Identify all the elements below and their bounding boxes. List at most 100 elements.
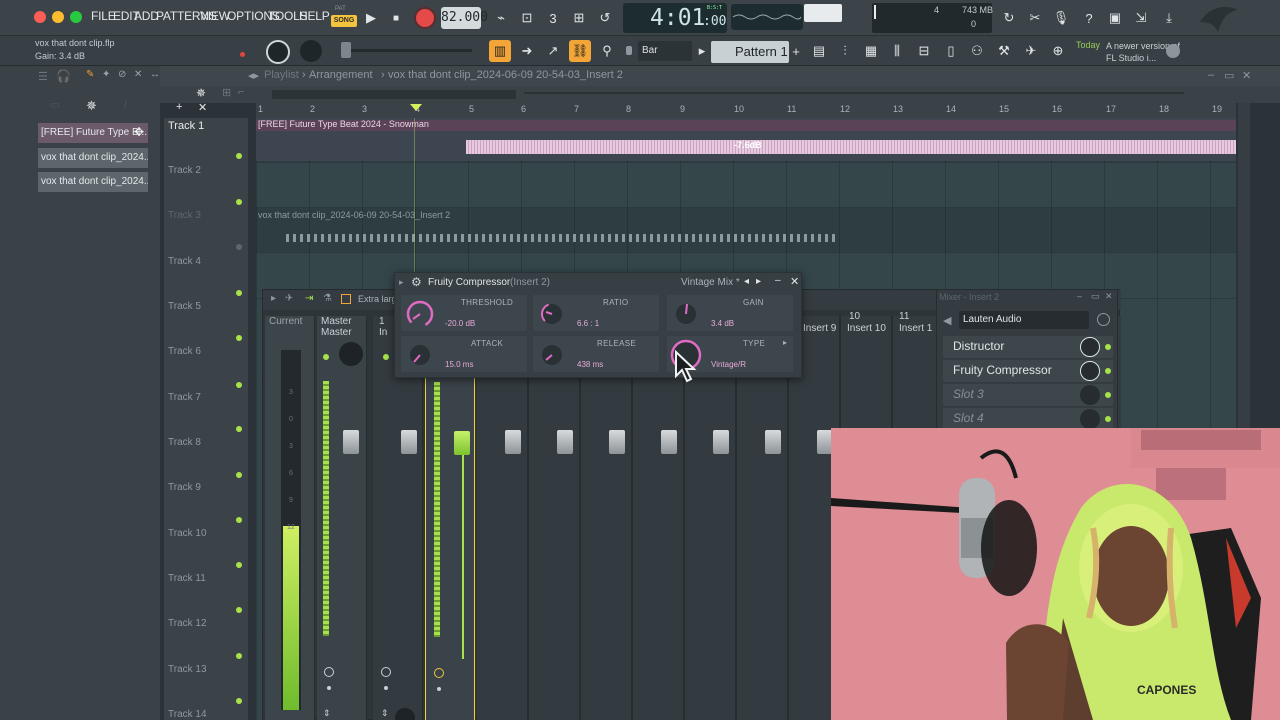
fx-mix-knob[interactable]: [1080, 409, 1100, 429]
track-name[interactable]: Track 10: [168, 528, 207, 539]
routing-icon[interactable]: [434, 668, 444, 678]
headphones-icon[interactable]: 🎧: [56, 69, 71, 83]
fx-mix-knob[interactable]: [1080, 385, 1100, 405]
threshold-control[interactable]: THRESHOLD -20.0 dB: [401, 295, 527, 331]
strip-enable-dot[interactable]: [323, 354, 329, 360]
help-icon[interactable]: ?: [1078, 7, 1100, 29]
playlist-grid-icon[interactable]: ⊞: [222, 86, 231, 99]
browser-item[interactable]: [FREE] Future Type B...: [38, 123, 148, 143]
gain-knob[interactable]: [671, 299, 701, 329]
master-pitch-knob[interactable]: [300, 40, 322, 62]
audio-clip-beat[interactable]: [FREE] Future Type Beat 2024 - Snowman -…: [256, 118, 1236, 161]
audio-input-icon[interactable]: ◀: [943, 314, 951, 327]
track-name[interactable]: Track 12: [168, 618, 207, 629]
cart-icon[interactable]: ⊕: [1047, 40, 1069, 62]
volume-fader[interactable]: [401, 430, 417, 454]
countdown-icon[interactable]: 3: [542, 7, 564, 29]
channel-rack-icon[interactable]: ⫶: [834, 40, 856, 62]
panel-minimize-icon[interactable]: –: [1077, 291, 1082, 301]
track-name[interactable]: Track 4: [168, 256, 201, 267]
playlist-pattern-icon[interactable]: ⌐: [238, 86, 244, 98]
strip-enable-dot[interactable]: [383, 354, 389, 360]
volume-fader[interactable]: [343, 430, 359, 454]
track-enable-dot[interactable]: [236, 244, 242, 250]
browser-all-icon[interactable]: ☰: [38, 70, 48, 83]
track-enable-dot[interactable]: [236, 426, 242, 432]
metronome-icon[interactable]: ⌁: [490, 7, 512, 29]
fx-enable-dot[interactable]: [1105, 344, 1111, 350]
fx-mix-knob[interactable]: [1080, 361, 1100, 381]
stereo-icon[interactable]: ⇕: [381, 708, 389, 719]
bird-icon[interactable]: ✈: [1020, 40, 1042, 62]
threshold-knob[interactable]: [405, 299, 435, 329]
snap-selector[interactable]: Bar: [638, 41, 692, 61]
track-name[interactable]: Track 6: [168, 346, 201, 357]
browser-view-icon[interactable]: ⊟: [913, 40, 935, 62]
playlist-view-icon[interactable]: ▤: [808, 40, 830, 62]
track-name[interactable]: Track 1: [168, 120, 204, 132]
plugin-menu-icon[interactable]: ▸: [399, 277, 404, 288]
window-restore-icon[interactable]: ▭: [1224, 69, 1234, 82]
globe-icon[interactable]: [1166, 44, 1180, 58]
mixer-bird-icon[interactable]: ✈: [285, 293, 293, 304]
release-control[interactable]: RELEASE 438 ms: [533, 336, 659, 372]
audio-clip-vocal[interactable]: vox that dont clip_2024-06-09 20-54-03_I…: [256, 208, 846, 251]
time-display[interactable]: 4:01 :00 B:S:T: [623, 3, 727, 33]
download-icon[interactable]: ⤓: [1158, 7, 1180, 29]
track-enable-dot[interactable]: [236, 607, 242, 613]
mute-tool-icon[interactable]: ✕: [134, 69, 142, 80]
ratio-knob[interactable]: [537, 299, 567, 329]
track-name[interactable]: Track 2: [168, 165, 201, 176]
mixer-strip-master[interactable]: Master Master ⇕: [317, 316, 367, 720]
send-dot[interactable]: [384, 686, 388, 690]
stop-button[interactable]: ■: [385, 7, 407, 29]
pattern-selector[interactable]: Pattern 1: [711, 41, 789, 63]
type-arrow-icon[interactable]: ▸: [783, 338, 787, 347]
next-icon[interactable]: ➜: [516, 40, 538, 62]
send-dot[interactable]: [327, 686, 331, 690]
cut-tool-icon[interactable]: ✂: [1024, 7, 1046, 29]
track-name[interactable]: Track 11: [168, 573, 206, 584]
render-icon[interactable]: ⇲: [1130, 7, 1152, 29]
drag-icon[interactable]: ✥: [134, 125, 144, 139]
browser-left-icon[interactable]: ▭: [50, 100, 59, 111]
record-button[interactable]: [414, 7, 436, 29]
playlist-waveform-icon[interactable]: ✵: [196, 86, 206, 100]
release-knob[interactable]: [537, 340, 567, 370]
mixer-size-icon[interactable]: [341, 294, 351, 304]
add-track-icon[interactable]: +: [176, 101, 182, 113]
plugin-close-icon[interactable]: ✕: [790, 275, 799, 288]
preset-next-icon[interactable]: ▸: [756, 276, 761, 287]
wait-input-icon[interactable]: ⊡: [516, 7, 538, 29]
track-name[interactable]: Track 14: [168, 709, 207, 720]
routing-icon[interactable]: [381, 667, 391, 677]
mixer-layout-icon[interactable]: ⚗: [323, 293, 332, 304]
menu-view[interactable]: VIEW: [200, 9, 230, 23]
position-slider-handle[interactable]: [341, 42, 351, 58]
play-button[interactable]: ▶: [360, 7, 382, 29]
attack-control[interactable]: ATTACK 15.0 ms: [401, 336, 527, 372]
menu-file[interactable]: FILE: [91, 9, 116, 23]
tempo-display[interactable]: 82.000: [441, 7, 488, 29]
piano-roll-icon[interactable]: ▥: [489, 40, 511, 62]
routing-icon[interactable]: [324, 667, 334, 677]
preset-prev-icon[interactable]: ◂: [744, 276, 749, 287]
window-minimize-icon[interactable]: –: [1208, 69, 1214, 81]
horizontal-scrollbar[interactable]: [272, 90, 516, 99]
master-volume-knob[interactable]: [266, 40, 290, 64]
track-enable-dot[interactable]: [236, 562, 242, 568]
waveform-icon[interactable]: ✵: [86, 98, 97, 114]
mixer-strip-current[interactable]: Current 3 0 3 6 9 12: [265, 316, 315, 720]
brush-tool-icon[interactable]: ✦: [102, 69, 110, 80]
volume-fader[interactable]: [557, 430, 573, 454]
position-slider[interactable]: [342, 49, 472, 52]
track-name[interactable]: Track 3: [168, 210, 201, 221]
window-close-icon[interactable]: ✕: [1242, 69, 1251, 82]
tools-icon[interactable]: ⚒: [993, 40, 1015, 62]
fx-mix-knob[interactable]: [1080, 337, 1100, 357]
add-pattern-icon[interactable]: +: [790, 40, 802, 62]
track-enable-dot[interactable]: [236, 290, 242, 296]
stamp-icon[interactable]: ⚲: [596, 40, 618, 62]
track-name[interactable]: Track 7: [168, 392, 201, 403]
arrangement-breadcrumb[interactable]: Arrangement: [309, 69, 373, 81]
